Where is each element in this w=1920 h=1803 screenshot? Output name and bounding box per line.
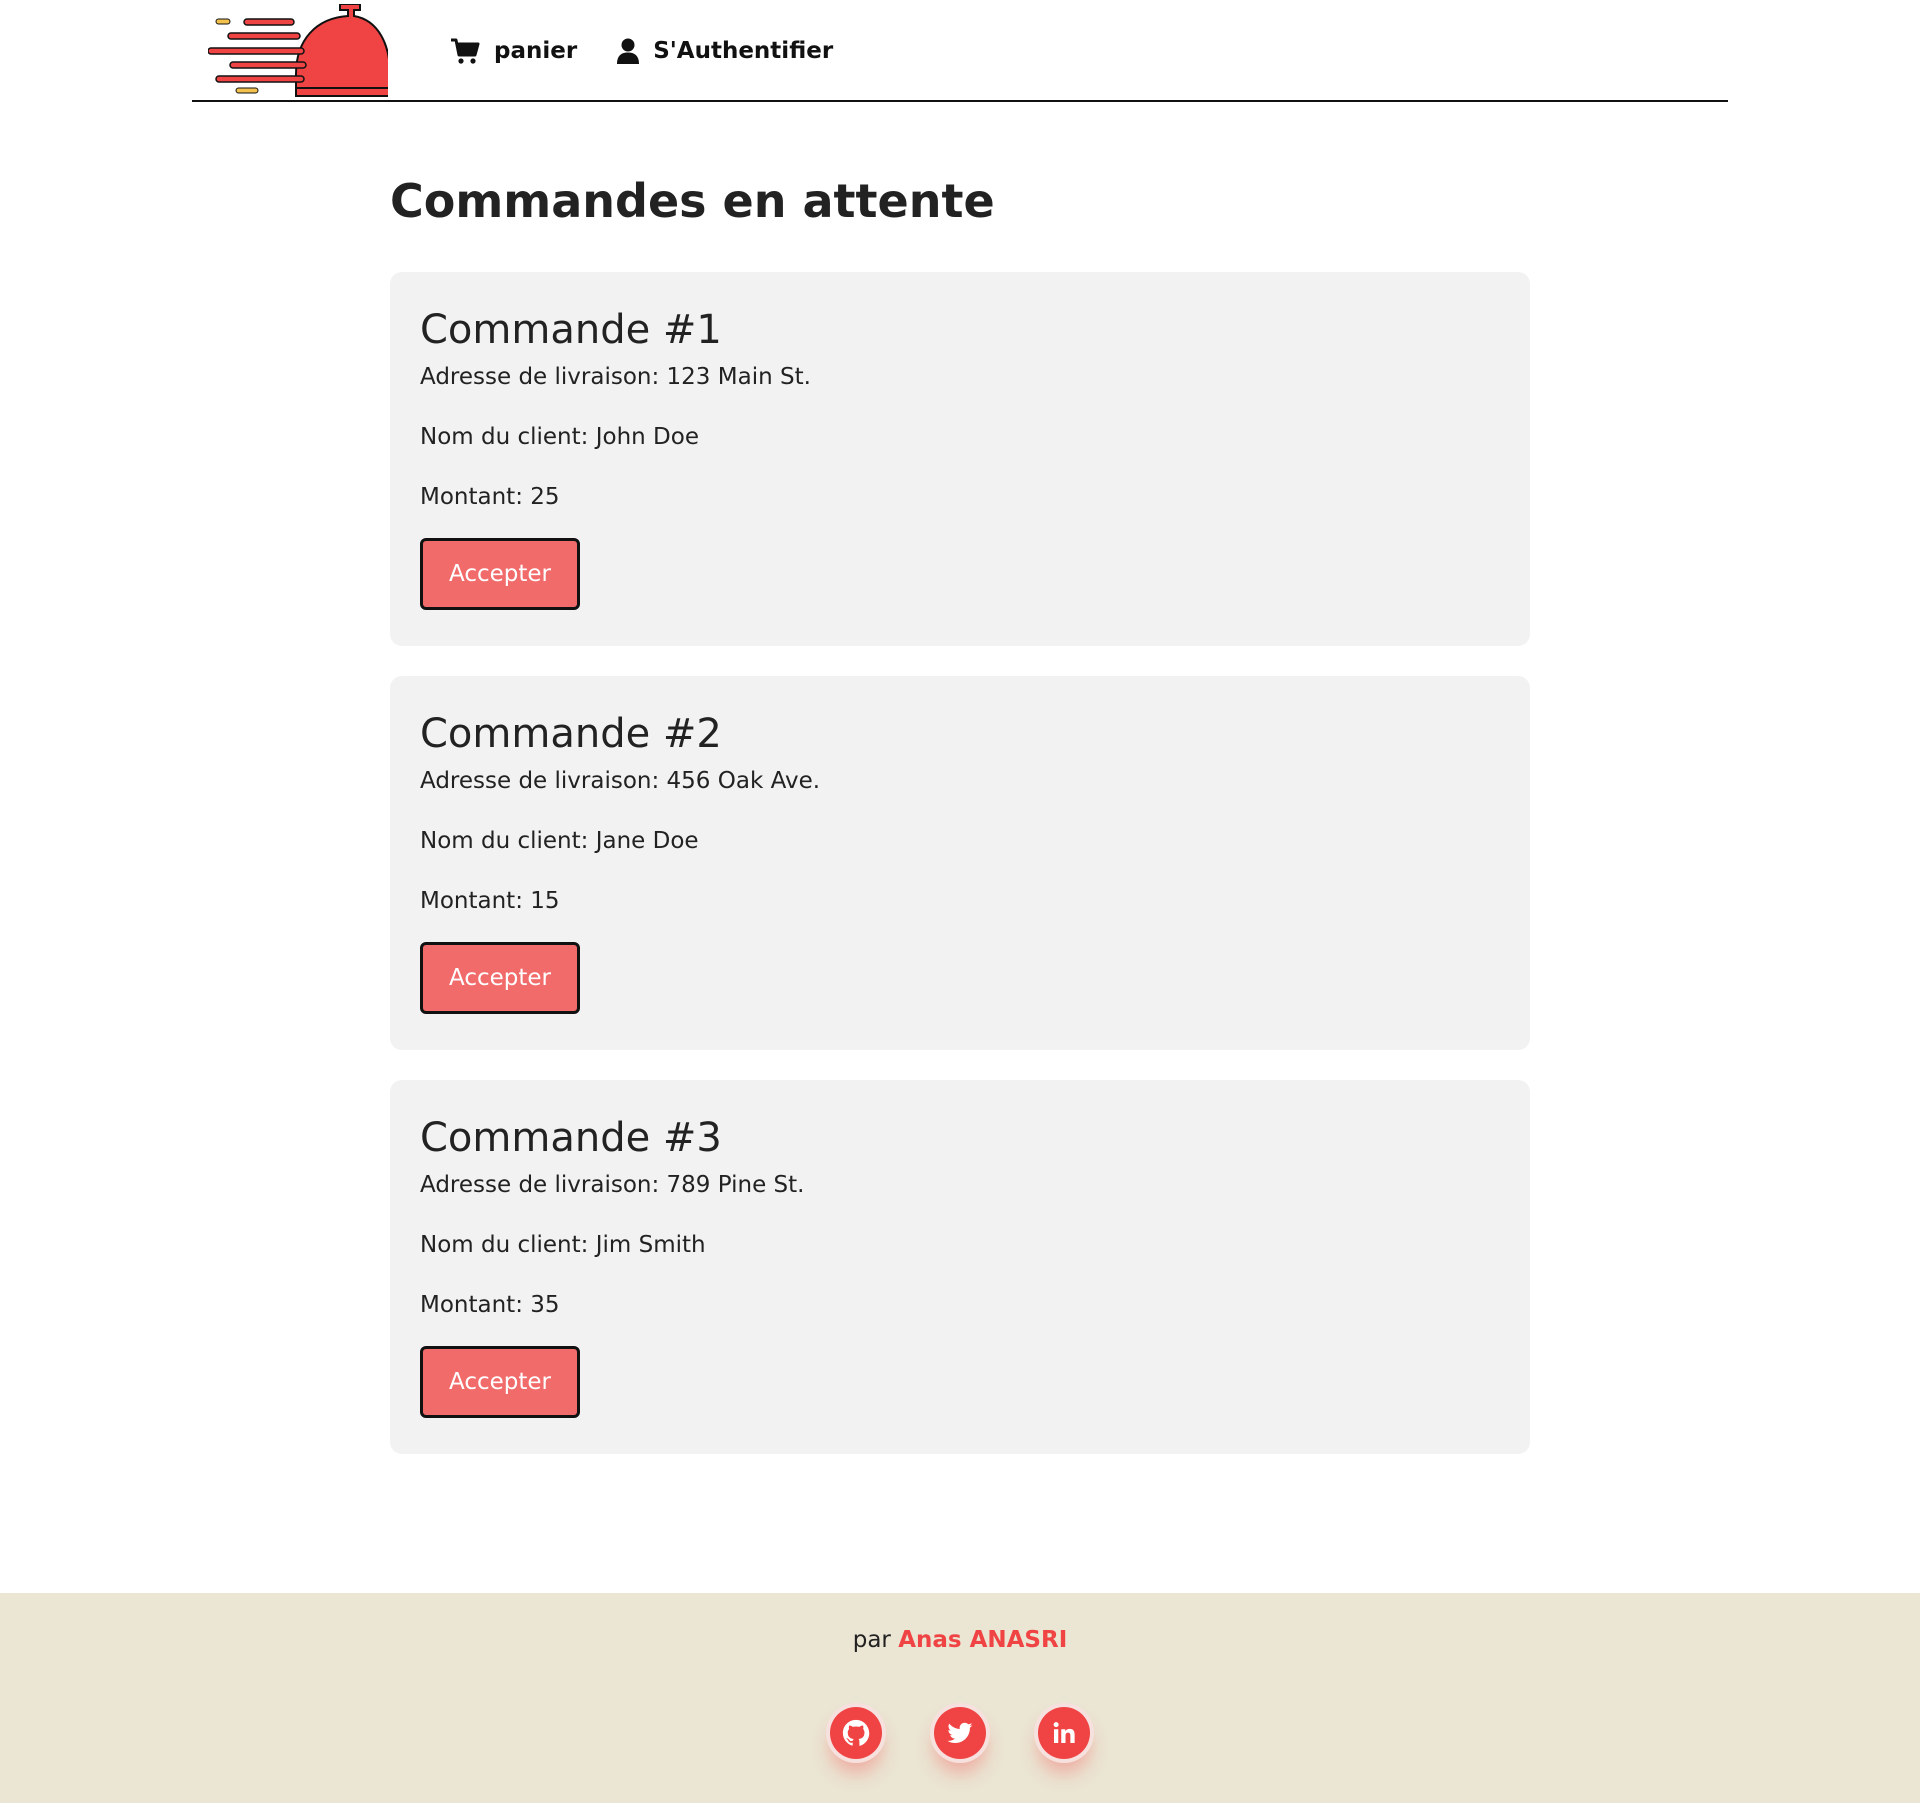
order-card: Commande #2 Adresse de livraison: 456 Oa…: [390, 676, 1530, 1050]
logo[interactable]: [207, 3, 391, 98]
order-client: Nom du client: Jane Doe: [420, 828, 699, 854]
order-amount: Montant: 25: [420, 484, 560, 510]
accept-order-button[interactable]: Accepter: [420, 1346, 580, 1418]
order-address: Adresse de livraison: 789 Pine St.: [420, 1172, 805, 1198]
order-title: Commande #1: [420, 307, 722, 353]
credit-prefix: par: [852, 1627, 891, 1653]
github-icon: [842, 1719, 870, 1746]
order-amount: Montant: 15: [420, 888, 560, 914]
nav-cart-label: panier: [494, 38, 578, 64]
main-content: Commandes en attente Commande #1 Adresse…: [390, 160, 1530, 1484]
accept-order-button[interactable]: Accepter: [420, 538, 580, 610]
order-amount: Montant: 35: [420, 1292, 560, 1318]
user-icon: [617, 38, 640, 64]
twitter-link[interactable]: [934, 1707, 986, 1759]
footer: par Anas ANASRI: [0, 1593, 1920, 1803]
main-nav: panier S'Authentifier: [450, 0, 833, 102]
author-name[interactable]: Anas ANASRI: [898, 1627, 1067, 1653]
nav-login-label: S'Authentifier: [653, 38, 834, 64]
linkedin-icon: [1053, 1722, 1075, 1743]
twitter-icon: [947, 1722, 973, 1743]
linkedin-link[interactable]: [1038, 1707, 1090, 1759]
nav-cart-link[interactable]: panier: [450, 38, 577, 64]
order-card: Commande #1 Adresse de livraison: 123 Ma…: [390, 272, 1530, 646]
footer-credit: par Anas ANASRI: [0, 1627, 1920, 1653]
delivery-logo-icon: [207, 3, 391, 97]
page: panier S'Authentifier Commandes en atten…: [0, 0, 1920, 1803]
header: panier S'Authentifier: [192, 0, 1728, 102]
order-address: Adresse de livraison: 123 Main St.: [420, 364, 811, 390]
nav-login-link[interactable]: S'Authentifier: [617, 38, 833, 64]
order-address: Adresse de livraison: 456 Oak Ave.: [420, 768, 821, 794]
page-title: Commandes en attente: [390, 174, 995, 228]
cart-icon: [451, 38, 480, 64]
accept-order-button[interactable]: Accepter: [420, 942, 580, 1014]
order-title: Commande #2: [420, 711, 722, 757]
social-links: [0, 1707, 1920, 1759]
order-client: Nom du client: John Doe: [420, 424, 699, 450]
order-card: Commande #3 Adresse de livraison: 789 Pi…: [390, 1080, 1530, 1454]
github-link[interactable]: [830, 1707, 882, 1759]
order-title: Commande #3: [420, 1115, 722, 1161]
order-client: Nom du client: Jim Smith: [420, 1232, 706, 1258]
